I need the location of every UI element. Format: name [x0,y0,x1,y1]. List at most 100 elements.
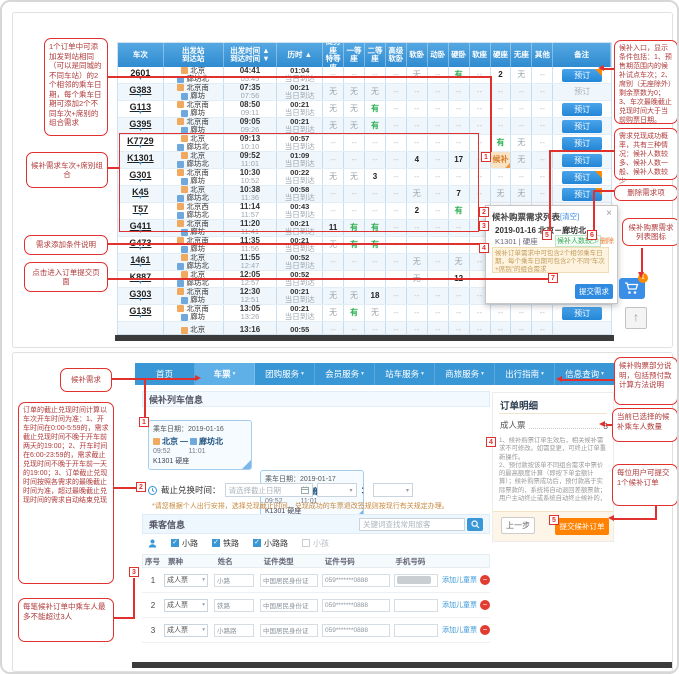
phone-input[interactable] [394,624,438,637]
train-number-cell[interactable]: G303▾ [118,288,164,304]
cert-type-input[interactable]: 中国居民身份证 [260,574,318,587]
book-button[interactable]: 预订 [562,137,602,150]
col-seat-class: 硬卧 [449,43,470,67]
nav-tab-车票[interactable]: 车票▾ [195,363,255,385]
seat-availability-cell: -- [407,322,428,335]
times-cell: 13:0513:26 [224,305,278,321]
quick-passenger-option[interactable]: ✓小路路 [253,538,288,549]
cert-no-input[interactable]: 059*******0888 [322,624,390,637]
book-button[interactable]: 预订 [562,69,602,82]
delete-passenger-icon[interactable]: − [480,575,490,585]
checkbox[interactable]: ✓ [212,539,220,547]
nav-tab-团购服务[interactable]: 团购服务▾ [255,363,315,385]
book-button[interactable]: 预订 [562,307,602,320]
train-number-cell[interactable]: G383▾ [118,84,164,100]
name-input[interactable]: 铁路 [214,599,254,612]
times-cell: 07:3507:56 [224,84,278,100]
cert-type-input[interactable]: 中国居民身份证 [260,624,318,637]
cert-no-cell: 059*******0888 [322,574,394,587]
quick-passenger-option[interactable]: 小孩 [302,538,329,549]
origin-icon [177,84,184,91]
col-times-sort[interactable]: 出发时间 ▲ 到达时间 ▼ [224,43,278,67]
book-button[interactable]: 预订 [562,171,602,184]
cert-type-input[interactable]: 中国居民身份证 [260,599,318,612]
book-button[interactable]: 预订 [562,154,602,167]
highlight-rectangle [119,133,479,232]
scroll-to-top-button[interactable]: ↑ [625,307,647,329]
deadline-minute-select[interactable]: ▾ [373,483,413,497]
delete-passenger-icon[interactable]: − [480,600,490,610]
seat-value: -- [435,105,440,113]
train-number-cell[interactable]: G135▾ [118,305,164,321]
train-number-cell[interactable]: G395▾ [118,118,164,134]
clock-icon [148,486,157,495]
checkbox[interactable]: ✓ [171,539,179,547]
clear-all-link[interactable]: [清空] [560,211,579,222]
expand-caret-icon[interactable]: ▾ [139,247,142,252]
delete-demand-link[interactable]: 删除 [600,236,614,246]
add-child-ticket-link[interactable]: 添加儿童票 [442,600,477,610]
seat-value: -- [477,309,482,317]
deadline-date-input[interactable]: 请选择截止日期 [225,483,313,497]
expand-caret-icon[interactable]: ▾ [139,281,142,286]
search-button[interactable] [467,518,483,531]
ticket-type-select[interactable]: 成人票▾ [164,624,208,637]
train-number-cell[interactable]: G113▾ [118,101,164,117]
expand-caret-icon[interactable]: ▾ [139,298,142,303]
row-index: 1 [142,576,164,585]
col-duration-sort[interactable]: 历时 ▲ [277,43,323,67]
checkbox[interactable] [302,539,310,547]
phone-input[interactable] [394,599,438,612]
deadline-hour-select[interactable]: ▾ [317,483,357,497]
train-number-cell[interactable]: 1461▾ [118,254,164,270]
origin-icon [177,288,184,295]
name-input[interactable]: 小路路 [214,624,254,637]
nav-tab-出行指南[interactable]: 出行指南▾ [495,363,555,385]
previous-step-button[interactable]: 上一步 [501,517,535,534]
book-button[interactable]: 预订 [562,120,602,133]
train-number-cell[interactable]: 2601▾ [118,67,164,83]
ticket-type-select[interactable]: 成人票▾ [164,599,208,612]
nav-tab-信息查询[interactable]: 信息查询▾ [555,363,615,385]
col-train-no: 车次 [118,43,164,67]
delete-passenger-icon[interactable]: − [480,625,490,635]
waitlist-demand-popup: 候补购票需求列表 [清空] × 2019-01-16 北京－廊坊北 K1301 … [485,205,618,304]
expand-caret-icon[interactable]: ▾ [139,128,142,133]
seat-value: 无 [350,105,358,113]
stations-cell: 北京南廊坊 [164,305,224,321]
seat-availability-cell: -- [428,254,449,270]
add-child-ticket-link[interactable]: 添加儿童票 [442,625,477,635]
close-icon[interactable]: × [606,208,612,219]
nav-tab-商旅服务[interactable]: 商旅服务▾ [435,363,495,385]
arrowhead [638,272,644,278]
phone-input[interactable] [394,574,438,587]
submit-demand-button[interactable]: 提交需求 [575,284,613,299]
seat-value: 无 [329,88,337,96]
seat-availability-cell: -- [491,101,512,117]
ticket-type-select[interactable]: 成人票▾ [164,574,208,587]
seat-availability-cell: -- [428,84,449,100]
add-child-ticket-link[interactable]: 添加儿童票 [442,575,477,585]
stations-cell: 北京廊坊北 [164,67,224,83]
name-input[interactable]: 小路 [214,574,254,587]
checkbox[interactable]: ✓ [253,539,261,547]
seat-availability-cell: -- [449,101,470,117]
quick-passenger-option[interactable]: ✓铁路 [212,538,239,549]
expand-caret-icon[interactable]: ▾ [139,315,142,320]
train-number-cell[interactable] [118,322,164,335]
train-number-cell[interactable]: G473▾ [118,237,164,253]
submit-waitlist-order-button[interactable]: 提交候补订单 [555,518,609,535]
cert-no-input[interactable]: 059*******0888 [322,599,390,612]
expand-caret-icon[interactable]: ▾ [139,264,142,269]
waitlist-entry-cell[interactable]: 候补 [491,152,511,168]
nav-tab-站车服务[interactable]: 站车服务▾ [375,363,435,385]
search-input[interactable]: 关键词查找常用旅客 [359,518,465,531]
chevron-down-icon: ▾ [601,371,604,377]
cert-no-input[interactable]: 059*******0888 [322,574,390,587]
step-marker: 7 [548,273,558,283]
quick-passenger-option[interactable]: ✓小路 [171,538,198,549]
expand-caret-icon[interactable]: ▾ [139,111,142,116]
book-button[interactable]: 预订 [562,103,602,116]
expand-caret-icon[interactable]: ▾ [139,94,142,99]
nav-tab-会员服务[interactable]: 会员服务▾ [315,363,375,385]
